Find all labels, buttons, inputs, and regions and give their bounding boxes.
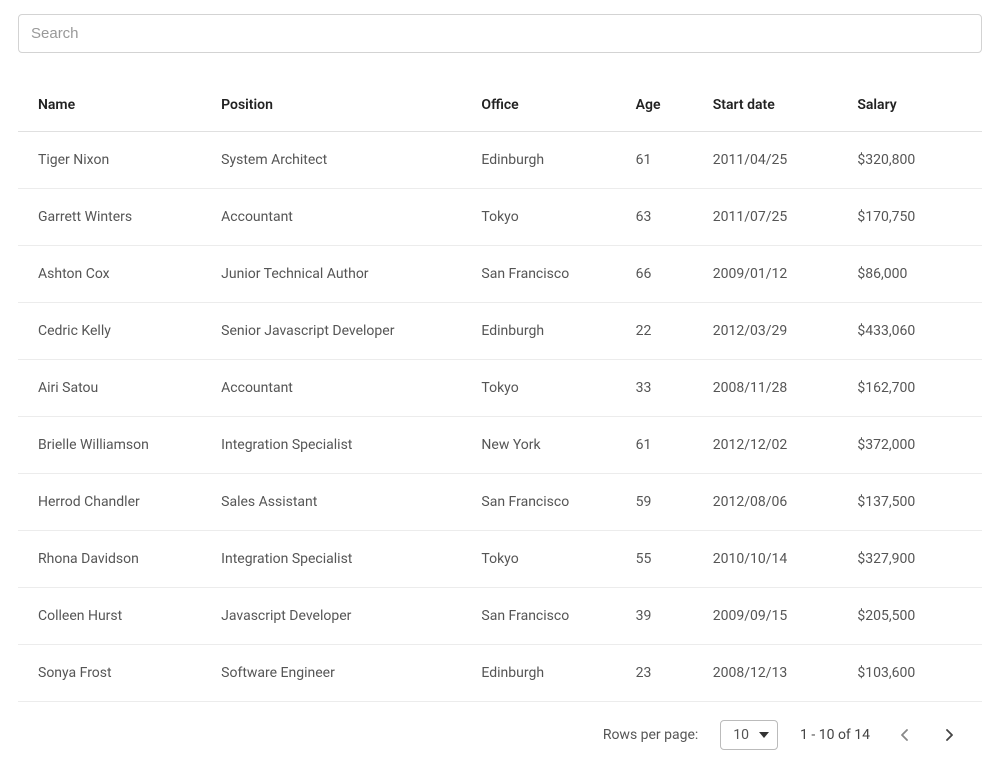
cell-start_date: 2008/11/28: [693, 360, 838, 417]
table-footer: Rows per page: 10 1 - 10 of 14: [18, 702, 982, 750]
table-row: Cedric KellySenior Javascript DeveloperE…: [18, 303, 982, 360]
cell-salary: $162,700: [837, 360, 982, 417]
cell-salary: $103,600: [837, 645, 982, 702]
cell-age: 63: [616, 189, 693, 246]
header-start-date[interactable]: Start date: [693, 83, 838, 132]
cell-age: 66: [616, 246, 693, 303]
cell-start_date: 2012/08/06: [693, 474, 838, 531]
table-row: Garrett WintersAccountantTokyo632011/07/…: [18, 189, 982, 246]
cell-office: Tokyo: [461, 360, 615, 417]
cell-start_date: 2009/09/15: [693, 588, 838, 645]
table-row: Ashton CoxJunior Technical AuthorSan Fra…: [18, 246, 982, 303]
cell-age: 22: [616, 303, 693, 360]
cell-office: Edinburgh: [461, 303, 615, 360]
next-page-button[interactable]: [938, 723, 962, 747]
cell-office: San Francisco: [461, 246, 615, 303]
cell-name: Sonya Frost: [18, 645, 201, 702]
cell-start_date: 2010/10/14: [693, 531, 838, 588]
cell-age: 59: [616, 474, 693, 531]
data-table: Name Position Office Age Start date Sala…: [18, 83, 982, 702]
cell-start_date: 2009/01/12: [693, 246, 838, 303]
cell-office: New York: [461, 417, 615, 474]
cell-salary: $372,000: [837, 417, 982, 474]
table-row: Rhona DavidsonIntegration SpecialistToky…: [18, 531, 982, 588]
cell-age: 61: [616, 132, 693, 189]
cell-start_date: 2012/12/02: [693, 417, 838, 474]
cell-name: Rhona Davidson: [18, 531, 201, 588]
cell-position: Senior Javascript Developer: [201, 303, 461, 360]
cell-name: Garrett Winters: [18, 189, 201, 246]
cell-age: 61: [616, 417, 693, 474]
cell-position: Junior Technical Author: [201, 246, 461, 303]
cell-start_date: 2011/07/25: [693, 189, 838, 246]
cell-start_date: 2008/12/13: [693, 645, 838, 702]
cell-name: Colleen Hurst: [18, 588, 201, 645]
table-header-row: Name Position Office Age Start date Sala…: [18, 83, 982, 132]
cell-salary: $137,500: [837, 474, 982, 531]
table-row: Airi SatouAccountantTokyo332008/11/28$16…: [18, 360, 982, 417]
header-name[interactable]: Name: [18, 83, 201, 132]
cell-position: Accountant: [201, 189, 461, 246]
cell-age: 33: [616, 360, 693, 417]
rows-per-page-select[interactable]: 10: [720, 720, 778, 750]
cell-name: Brielle Williamson: [18, 417, 201, 474]
cell-age: 23: [616, 645, 693, 702]
cell-office: San Francisco: [461, 588, 615, 645]
chevron-left-icon: [900, 729, 908, 741]
cell-position: Integration Specialist: [201, 531, 461, 588]
cell-office: San Francisco: [461, 474, 615, 531]
table-row: Tiger NixonSystem ArchitectEdinburgh6120…: [18, 132, 982, 189]
cell-office: Tokyo: [461, 531, 615, 588]
data-table-container: Name Position Office Age Start date Sala…: [18, 83, 982, 750]
cell-position: Javascript Developer: [201, 588, 461, 645]
cell-position: Software Engineer: [201, 645, 461, 702]
chevron-right-icon: [946, 729, 954, 741]
cell-name: Herrod Chandler: [18, 474, 201, 531]
cell-salary: $320,800: [837, 132, 982, 189]
cell-office: Edinburgh: [461, 645, 615, 702]
header-age[interactable]: Age: [616, 83, 693, 132]
cell-position: Integration Specialist: [201, 417, 461, 474]
cell-office: Edinburgh: [461, 132, 615, 189]
cell-age: 39: [616, 588, 693, 645]
table-row: Brielle WilliamsonIntegration Specialist…: [18, 417, 982, 474]
cell-salary: $86,000: [837, 246, 982, 303]
cell-start_date: 2011/04/25: [693, 132, 838, 189]
cell-name: Cedric Kelly: [18, 303, 201, 360]
header-position[interactable]: Position: [201, 83, 461, 132]
table-row: Sonya FrostSoftware EngineerEdinburgh232…: [18, 645, 982, 702]
table-row: Herrod ChandlerSales AssistantSan Franci…: [18, 474, 982, 531]
cell-name: Tiger Nixon: [18, 132, 201, 189]
cell-office: Tokyo: [461, 189, 615, 246]
cell-salary: $205,500: [837, 588, 982, 645]
rows-per-page-label: Rows per page:: [603, 727, 698, 743]
cell-position: System Architect: [201, 132, 461, 189]
cell-salary: $327,900: [837, 531, 982, 588]
prev-page-button[interactable]: [892, 723, 916, 747]
cell-position: Sales Assistant: [201, 474, 461, 531]
cell-age: 55: [616, 531, 693, 588]
header-office[interactable]: Office: [461, 83, 615, 132]
pagination-range: 1 - 10 of 14: [800, 727, 870, 743]
dropdown-icon: [759, 732, 769, 738]
cell-start_date: 2012/03/29: [693, 303, 838, 360]
header-salary[interactable]: Salary: [837, 83, 982, 132]
cell-position: Accountant: [201, 360, 461, 417]
cell-salary: $433,060: [837, 303, 982, 360]
cell-name: Ashton Cox: [18, 246, 201, 303]
search-input[interactable]: [18, 14, 982, 53]
cell-name: Airi Satou: [18, 360, 201, 417]
cell-salary: $170,750: [837, 189, 982, 246]
table-row: Colleen HurstJavascript DeveloperSan Fra…: [18, 588, 982, 645]
rows-per-page-value: 10: [733, 727, 749, 743]
